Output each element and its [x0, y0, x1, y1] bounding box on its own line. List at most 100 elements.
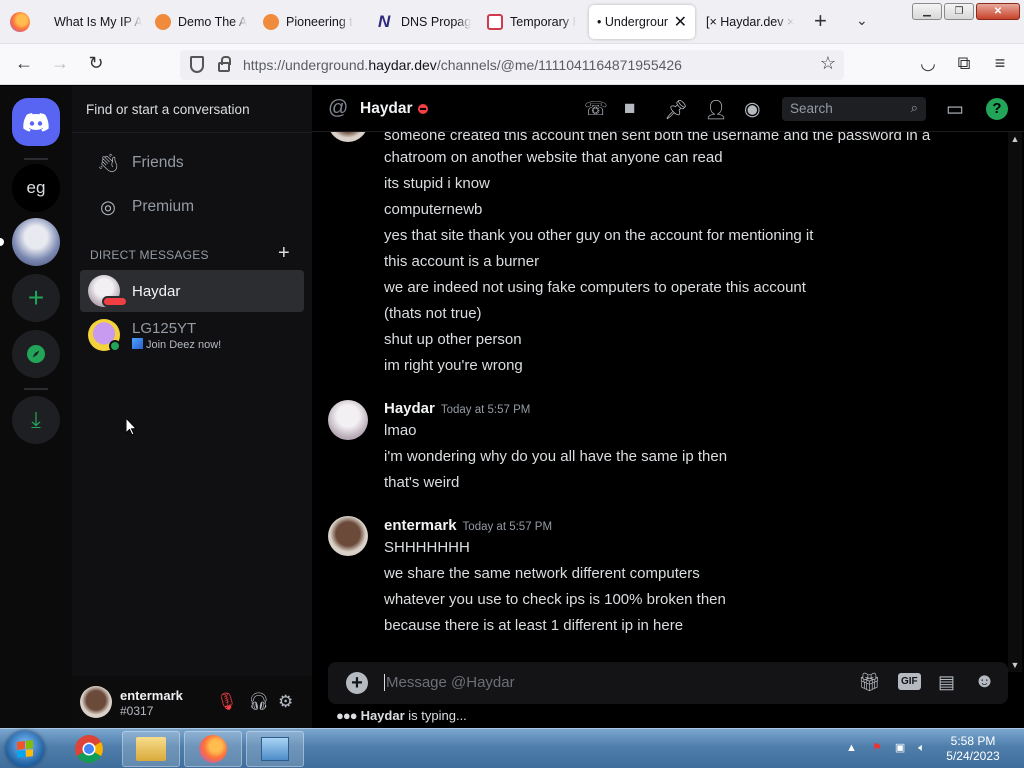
sidebar-item-friends[interactable]: 👋︎ Friends — [80, 142, 304, 184]
friends-icon: 👋︎ — [96, 152, 120, 173]
message-input[interactable]: Message @Haydar — [384, 674, 515, 691]
scroll-up-arrow-icon[interactable]: ▲ — [1008, 134, 1022, 144]
tab-list-chevron-icon[interactable]: ⌄ — [856, 12, 868, 29]
user-profile-icon[interactable]: ◉ — [744, 98, 761, 121]
pinned-messages-icon[interactable]: 📌︎ — [664, 98, 688, 122]
tab-label: Demo The A — [178, 15, 248, 29]
muted-microphone-icon[interactable]: 🎙︎ — [216, 692, 238, 712]
close-window-button[interactable]: ✕ — [976, 3, 1020, 20]
tab-dns-propagation[interactable]: N DNS Propag — [378, 5, 482, 39]
tab-favicon-icon — [263, 14, 279, 30]
dm-item-haydar[interactable]: Haydar — [80, 270, 304, 312]
message-line: shut up other person — [384, 331, 522, 348]
message-line: i'm wondering why do you all have the sa… — [384, 448, 728, 465]
window-controls: ▁ ❐ ✕ — [912, 3, 1020, 20]
firefox-icon[interactable] — [10, 12, 30, 32]
avatar[interactable] — [328, 516, 368, 556]
add-friends-to-dm-icon[interactable]: 👤︎ — [704, 98, 728, 122]
video-call-icon[interactable]: ■ — [624, 98, 635, 120]
scrollbar[interactable]: ▲ ▼ — [1008, 132, 1022, 672]
tab-label: DNS Propag — [401, 15, 472, 29]
message-composer[interactable]: + Message @Haydar 🎁︎ GIF ▤ ☻ — [328, 662, 1008, 704]
start-button[interactable] — [6, 731, 44, 767]
taskbar-firefox[interactable] — [184, 731, 242, 767]
url-text[interactable]: https://underground.haydar.dev/channels/… — [243, 57, 682, 73]
live-status-badge — [102, 296, 128, 307]
add-server-plus-icon[interactable]: + — [12, 274, 60, 322]
inbox-icon[interactable]: ▭ — [946, 98, 964, 121]
taskbar-clock[interactable]: 5:58 PM 5/24/2023 — [938, 734, 1008, 764]
message-author[interactable]: entermark Today at 5:57 PM — [384, 517, 552, 534]
pocket-icon[interactable]: ◡ — [916, 53, 940, 74]
typing-dots-icon: ●●● — [336, 708, 358, 723]
message-line: someone created this account then sent b… — [384, 132, 931, 144]
action-center-flag-icon[interactable]: ⚑ — [872, 742, 882, 754]
dm-activity: Join Deez now! — [132, 337, 221, 351]
create-dm-plus-icon[interactable]: + — [278, 242, 290, 265]
taskbar-control-panel[interactable] — [246, 731, 304, 767]
emoji-icon[interactable]: ☻ — [974, 670, 995, 693]
minimize-button[interactable]: ▁ — [912, 3, 942, 20]
explore-compass-icon[interactable] — [12, 330, 60, 378]
extensions-puzzle-icon[interactable]: ⧉ — [952, 53, 976, 74]
message-line: yes that site thank you other guy on the… — [384, 227, 814, 244]
folder-icon — [136, 737, 166, 761]
lock-icon[interactable] — [218, 56, 231, 72]
avatar[interactable] — [328, 400, 368, 440]
sticker-icon[interactable]: ▤ — [938, 672, 955, 693]
tracking-protection-shield-icon[interactable] — [190, 56, 204, 73]
url-domain: haydar.dev — [368, 57, 437, 73]
tab-pioneering[interactable]: Pioneering t — [263, 5, 367, 39]
reload-icon[interactable]: ↻ — [84, 53, 108, 74]
help-icon[interactable]: ? — [986, 98, 1008, 120]
avatar[interactable] — [80, 686, 112, 718]
browser-nav-bar: ← → ↻ https://underground.haydar.dev/cha… — [0, 44, 1024, 85]
avatar[interactable] — [328, 132, 368, 142]
new-tab-button[interactable]: + — [814, 10, 827, 32]
find-conversation-button[interactable]: Find or start a conversation — [82, 96, 302, 124]
message-list: someone created this account then sent b… — [312, 132, 1008, 660]
discord-home-button[interactable] — [12, 98, 60, 146]
taskbar-explorer[interactable] — [122, 731, 180, 767]
user-tag: #0317 — [120, 704, 154, 718]
voice-call-icon[interactable]: ☏ — [584, 98, 608, 121]
message-line: im right you're wrong — [384, 357, 523, 374]
show-hidden-icons-icon[interactable]: ▲ — [846, 742, 857, 754]
back-arrow-icon[interactable]: ← — [12, 53, 36, 74]
server-eg[interactable]: eg — [12, 164, 60, 212]
taskbar-chrome[interactable] — [60, 731, 118, 767]
bookmark-star-icon[interactable]: ☆ — [820, 53, 836, 74]
server-anime-avatar[interactable] — [12, 218, 60, 266]
tab-demo[interactable]: Demo The A — [155, 5, 259, 39]
gift-icon[interactable]: 🎁︎ — [858, 672, 881, 693]
dm-sidebar: Find or start a conversation 👋︎ Friends … — [72, 86, 312, 728]
sidebar-item-premium[interactable]: ◎ Premium — [80, 186, 304, 228]
sidebar-item-label: Friends — [132, 154, 184, 171]
volume-muted-icon[interactable]: 🔈︎ — [918, 742, 925, 754]
windows-taskbar: ▲ ⚑ ▣ 🔈︎ 5:58 PM 5/24/2023 — [0, 728, 1024, 768]
message-line: (thats not true) — [384, 305, 482, 322]
close-tab-icon[interactable]: ✕ — [674, 12, 687, 32]
scroll-down-arrow-icon[interactable]: ▼ — [1008, 660, 1022, 670]
hamburger-menu-icon[interactable]: ≡ — [988, 53, 1012, 74]
gif-button[interactable]: GIF — [898, 673, 921, 690]
tab-temporary-mail[interactable]: Temporary I — [487, 5, 585, 39]
settings-gear-icon[interactable]: ⚙ — [278, 692, 293, 712]
search-placeholder: Search — [790, 101, 833, 116]
forward-arrow-icon[interactable]: → — [48, 53, 72, 74]
tab-underground-active[interactable]: • Undergroun ✕ — [589, 5, 695, 39]
search-input[interactable]: Search ⌕ — [782, 97, 926, 121]
network-icon[interactable]: ▣ — [895, 742, 905, 754]
tab-label: • Undergroun — [597, 15, 668, 29]
tab-what-is-my-ip[interactable]: What Is My IP A — [42, 5, 142, 39]
url-bar[interactable]: https://underground.haydar.dev/channels/… — [180, 50, 844, 80]
download-apps-icon[interactable]: ⤓ — [12, 396, 60, 444]
headphones-icon[interactable]: 🎧︎ — [248, 692, 270, 712]
tab-haydar-dev[interactable]: [× Haydar.dev × — [706, 5, 798, 39]
maximize-button[interactable]: ❐ — [944, 3, 974, 20]
message-author[interactable]: Haydar Today at 5:57 PM — [384, 400, 530, 417]
mail-icon — [487, 14, 503, 30]
dm-item-lg125yt[interactable]: LG125YT Join Deez now! — [80, 314, 304, 356]
attach-plus-icon[interactable]: + — [346, 672, 368, 694]
direct-messages-header: DIRECT MESSAGES — [90, 248, 209, 262]
